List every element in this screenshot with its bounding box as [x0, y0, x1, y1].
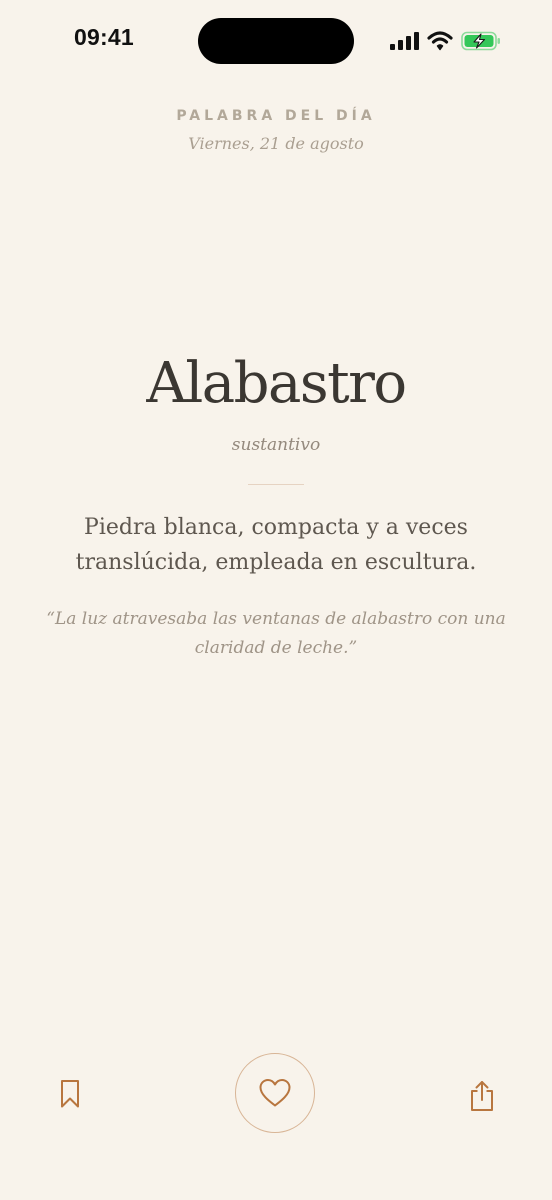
divider: [248, 484, 304, 485]
bookmark-icon: [61, 1080, 79, 1108]
battery-charging-icon: [461, 31, 500, 51]
word-title: Alabastro: [146, 351, 407, 416]
status-time: 09:41: [74, 24, 134, 50]
status-icons: [390, 29, 501, 53]
heart-icon: [259, 1079, 291, 1107]
share-icon: [471, 1081, 493, 1111]
dynamic-island: [198, 18, 354, 64]
part-of-speech: sustantivo: [231, 435, 321, 455]
usage-example: “La luz atravesaba las ventanas de alaba…: [46, 609, 506, 658]
wifi-icon: [427, 31, 453, 51]
bookmark-button[interactable]: [50, 1074, 90, 1114]
word-definition: Piedra blanca, compacta y a veces transl…: [75, 515, 477, 575]
share-button[interactable]: [460, 1074, 504, 1118]
like-button[interactable]: [235, 1053, 315, 1133]
section-eyebrow: PALABRA DEL DÍA: [176, 108, 376, 124]
cellular-signal-icon: [390, 32, 419, 50]
entry-date: Viernes, 21 de agosto: [188, 134, 364, 153]
